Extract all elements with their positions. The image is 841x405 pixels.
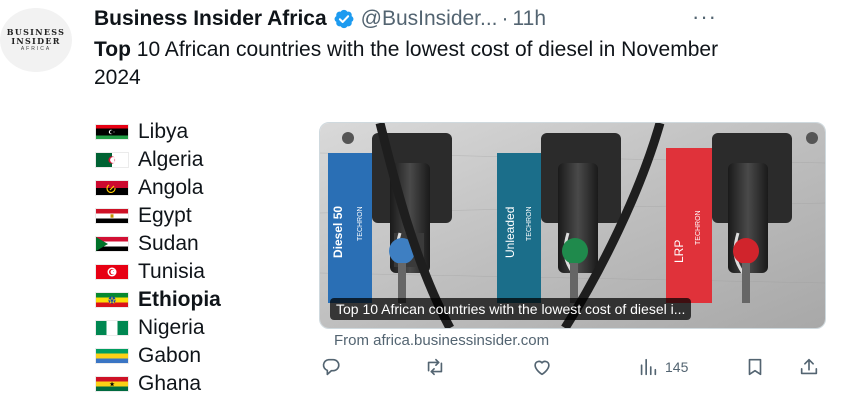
tweet-text-lead: Top [94,38,131,61]
views-count: 145 [665,359,689,375]
country-name: Libya [138,120,189,143]
list-item: Sudan [96,230,221,258]
pump-label-lrp: LRP [672,240,686,263]
country-name: Egypt [138,204,192,227]
pump-label-unleaded: Unleaded [503,207,517,258]
country-name: Sudan [138,232,199,255]
retweet-button[interactable] [424,356,446,378]
verified-badge-icon [334,9,354,29]
list-item: Ethiopia [96,286,221,314]
country-name: Algeria [138,148,204,171]
separator-dot: · [501,7,509,30]
views-icon [640,358,657,376]
avatar-text-africa: AFRICA [20,45,52,52]
share-button[interactable] [798,356,820,378]
views-button[interactable]: 145 [637,356,688,378]
list-item: Egypt [96,202,221,230]
heart-icon [534,360,550,376]
card-caption: Top 10 African countries with the lowest… [330,298,692,320]
more-options-icon[interactable]: ··· [692,4,717,30]
country-name: Angola [138,176,204,199]
nigeria-flag-icon [96,321,128,335]
tweet-timestamp[interactable]: 11h [513,7,546,31]
list-item: Angola [96,174,221,202]
tweet-text-rest: 10 African countries with the lowest cos… [94,38,719,89]
list-item: Nigeria [96,314,221,342]
link-preview-card[interactable]: Diesel 50 TECHRON Unleaded TECHRON LRP T… [319,122,826,329]
ethiopia-flag-icon [96,293,128,307]
account-name[interactable]: Business Insider Africa [94,7,327,31]
avatar-text-insider: INSIDER [11,35,61,46]
tweet-actions-bar: 145 [0,356,841,384]
account-handle[interactable]: @BusInsider... [361,7,498,31]
pump-sub-label: TECHRON [695,210,702,245]
list-item: Algeria [96,146,221,174]
egypt-flag-icon [96,209,128,223]
tunisia-flag-icon [96,265,128,279]
card-source-link[interactable]: From africa.businessinsider.com [334,332,549,349]
algeria-flag-icon [96,153,128,167]
reply-icon [322,358,340,376]
bookmark-button[interactable] [744,356,766,378]
like-button[interactable] [531,356,553,378]
country-name: Tunisia [138,260,205,283]
pump-sub-label: TECHRON [526,206,533,241]
country-name: Ethiopia [138,288,221,311]
country-name: Nigeria [138,316,205,339]
pump-label-diesel: Diesel 50 [331,206,345,258]
list-item: Libya [96,118,221,146]
retweet-icon [427,358,443,376]
account-avatar[interactable]: BUSINESS INSIDER AFRICA [0,8,72,72]
list-item: Tunisia [96,258,221,286]
pump-sub-label: TECHRON [357,206,364,241]
tweet-header: Business Insider Africa @BusInsider... ·… [94,6,546,32]
reply-button[interactable] [320,356,342,378]
angola-flag-icon [96,181,128,195]
sudan-flag-icon [96,237,128,251]
bookmark-icon [748,358,762,376]
tweet-text: Top 10 African countries with the lowest… [94,36,734,92]
share-icon [800,358,818,375]
libya-flag-icon [96,125,128,139]
